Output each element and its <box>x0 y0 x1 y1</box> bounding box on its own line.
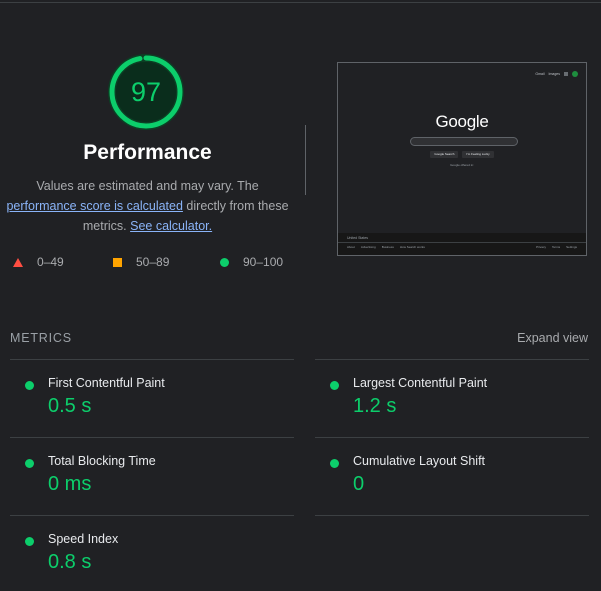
thumb-footer-divider <box>338 242 586 243</box>
thumb-footer-link: Terms <box>551 245 561 249</box>
metric-value: 0.8 s <box>48 551 92 573</box>
pass-circle-icon <box>25 381 34 390</box>
thumb-footer-right-links: Privacy Terms Settings <box>536 245 577 249</box>
see-calculator-link[interactable]: See calculator. <box>130 219 212 233</box>
metric-value: 1.2 s <box>353 395 397 417</box>
legend-pass-range: 90–100 <box>243 255 284 269</box>
performance-gauge[interactable]: 97 <box>108 54 184 130</box>
performance-score: 97 <box>130 77 162 107</box>
metrics-divider <box>10 515 294 516</box>
metrics-divider <box>10 437 294 438</box>
legend-average-range: 50–89 <box>136 255 170 269</box>
performance-score-link[interactable]: performance score is calculated <box>6 199 182 213</box>
expand-view-button[interactable]: Expand view <box>517 331 588 345</box>
pass-circle-icon <box>25 459 34 468</box>
pass-circle-icon <box>330 459 339 468</box>
thumb-top-links: Gmail Images <box>535 71 578 77</box>
orange-square-icon <box>113 257 122 267</box>
thumb-images-link: Images <box>548 72 560 76</box>
thumb-footer-link: Settings <box>566 245 577 249</box>
pass-circle-icon <box>25 537 34 546</box>
lighthouse-report: 97 Performance Values are estimated and … <box>0 0 601 591</box>
metrics-divider <box>315 515 589 516</box>
final-screenshot[interactable]: Gmail Images Google Google Search I'm Fe… <box>337 62 587 256</box>
thumb-buttons: Google Search I'm Feeling Lucky <box>338 151 586 158</box>
metric-value: 0 ms <box>48 473 92 495</box>
legend-fail-range: 0–49 <box>37 255 64 269</box>
green-circle-icon <box>220 257 229 267</box>
performance-description: Values are estimated and may vary. The p… <box>0 176 295 236</box>
thumb-footer-link: Advertising <box>360 245 376 249</box>
metric-label: Largest Contentful Paint <box>353 376 488 390</box>
thumb-offered-in: Google offered in: <box>450 163 474 167</box>
performance-title: Performance <box>83 141 212 164</box>
metrics-divider <box>10 359 294 360</box>
thumb-country: United States <box>347 236 369 240</box>
thumb-search-button: Google Search <box>430 151 459 158</box>
thumb-gmail-link: Gmail <box>535 72 545 76</box>
metric-label: Speed Index <box>48 532 119 546</box>
thumb-footer-left-links: About Advertising Business How Search wo… <box>347 245 425 249</box>
thumb-footer: United States About Advertising Business… <box>338 233 586 255</box>
thumb-footer-link: Privacy <box>536 245 546 249</box>
thumb-search-box <box>410 137 518 146</box>
metrics-title: METRICS <box>10 331 72 345</box>
metric-value: 0.5 s <box>48 395 92 417</box>
pass-circle-icon <box>330 381 339 390</box>
red-triangle-icon <box>13 257 23 267</box>
thumb-footer-link: About <box>347 245 355 249</box>
legend-average: 50–89 <box>113 254 169 270</box>
metric-label: Cumulative Layout Shift <box>353 454 486 468</box>
metric-value: 0 <box>353 473 365 495</box>
vertical-divider <box>305 125 306 195</box>
top-divider <box>0 2 601 3</box>
thumb-footer-link: Business <box>381 245 394 249</box>
thumb-footer-link: How Search works <box>399 245 425 249</box>
apps-grid-icon <box>564 72 568 76</box>
description-prefix: Values are estimated and may vary. The <box>36 179 259 193</box>
metric-label: Total Blocking Time <box>48 454 156 468</box>
thumb-lucky-button: I'm Feeling Lucky <box>462 151 494 158</box>
legend-fail: 0–49 <box>13 254 64 270</box>
metric-label: First Contentful Paint <box>48 376 165 390</box>
thumb-google-logo: Google <box>435 112 489 131</box>
legend-pass: 90–100 <box>220 254 283 270</box>
metrics-divider <box>315 437 589 438</box>
metrics-divider <box>315 359 589 360</box>
avatar <box>572 71 578 77</box>
